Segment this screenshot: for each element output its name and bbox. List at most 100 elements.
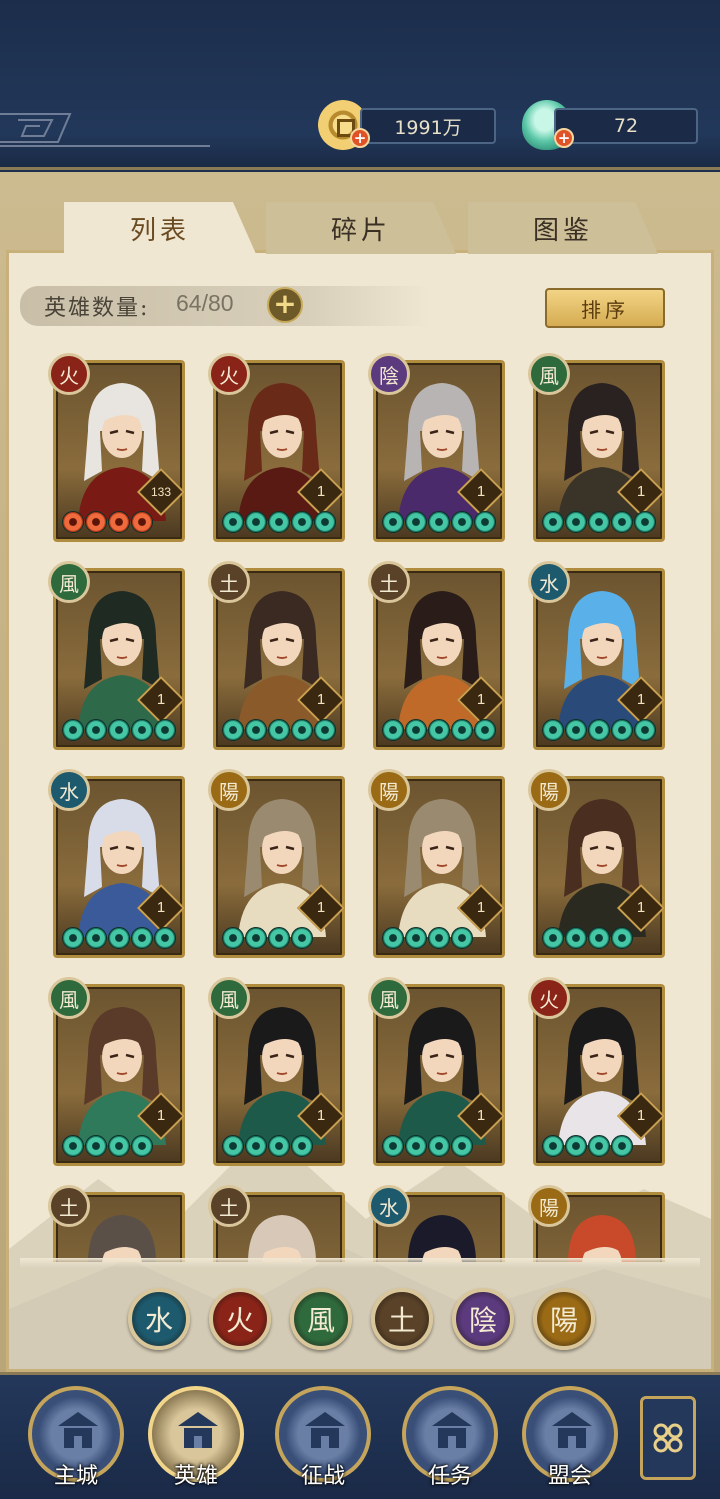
star-icon (565, 719, 587, 741)
hero-star-rating (542, 1135, 633, 1159)
element-badge-fire: 火 (528, 977, 570, 1019)
add-jade-button[interactable]: + (554, 128, 574, 148)
hero-card[interactable]: 陽 (528, 1185, 665, 1262)
star-icon (245, 1135, 267, 1157)
element-badge-earth: 土 (208, 561, 250, 603)
star-icon (108, 511, 130, 533)
nav-label: 任务 (427, 1464, 472, 1489)
hero-card[interactable]: 風1 (208, 977, 346, 1166)
hero-level: 1 (476, 1107, 486, 1124)
star-icon (382, 927, 404, 949)
star-icon (314, 511, 336, 533)
hero-star-rating (62, 719, 176, 743)
star-icon (405, 719, 427, 741)
filter-fire-button[interactable]: 火 (209, 1288, 271, 1350)
tab-codex[interactable]: 图鉴 (468, 202, 658, 254)
hero-level: 1 (316, 899, 326, 916)
element-badge-earth: 土 (48, 1185, 90, 1227)
element-badge-yang: 陽 (368, 769, 410, 811)
star-icon (611, 927, 633, 949)
star-icon (131, 927, 153, 949)
nav-label: 征战 (300, 1464, 345, 1489)
hero-card[interactable]: 陽1 (528, 769, 666, 958)
hero-level: 1 (636, 1107, 646, 1124)
hero-card[interactable]: 風1 (528, 353, 666, 542)
element-badge-wind: 風 (48, 561, 90, 603)
tab-list[interactable]: 列表 (64, 202, 256, 254)
element-badge-water: 水 (528, 561, 570, 603)
hero-level: 1 (476, 899, 486, 916)
hero-card[interactable]: 陽1 (368, 769, 506, 958)
hero-card[interactable]: 水1 (48, 769, 186, 958)
hero-star-rating (62, 1135, 153, 1159)
star-icon (611, 719, 633, 741)
add-coin-button[interactable]: + (350, 128, 370, 148)
hero-card[interactable]: 水 (368, 1185, 505, 1262)
star-icon (451, 1135, 473, 1157)
hero-level: 1 (476, 483, 486, 500)
star-icon (542, 511, 564, 533)
clover-menu-icon (653, 1423, 683, 1453)
star-icon (222, 1135, 244, 1157)
hero-card[interactable]: 火 133 (48, 353, 186, 542)
pavilion-icon (552, 1412, 592, 1448)
star-icon (542, 927, 564, 949)
star-icon (131, 511, 153, 533)
hero-card[interactable]: 陽1 (208, 769, 346, 958)
element-badge-yang: 陽 (528, 1185, 570, 1227)
star-icon (108, 927, 130, 949)
hero-level: 1 (316, 483, 326, 500)
filter-earth-button[interactable]: 土 (371, 1288, 433, 1350)
hero-card[interactable]: 土 (48, 1185, 185, 1262)
filter-yin-button[interactable]: 陰 (452, 1288, 514, 1350)
star-icon (634, 511, 656, 533)
hero-card[interactable]: 火1 (528, 977, 666, 1166)
element-badge-fire: 火 (48, 353, 90, 395)
battle-drum-icon (305, 1412, 345, 1448)
star-icon (565, 1135, 587, 1157)
hero-count-label: 英雄数量: (44, 296, 150, 321)
element-badge-yin: 陰 (368, 353, 410, 395)
star-icon (154, 927, 176, 949)
star-icon (222, 511, 244, 533)
star-icon (268, 927, 290, 949)
star-icon (474, 719, 496, 741)
hero-card[interactable]: 土 (208, 1185, 345, 1262)
hero-card[interactable]: 陰1 (368, 353, 506, 542)
star-icon (62, 927, 84, 949)
sort-button[interactable]: 排序 (545, 288, 665, 328)
tab-fragments[interactable]: 碎片 (266, 202, 456, 254)
city-gate-icon (58, 1412, 98, 1448)
star-icon (382, 1135, 404, 1157)
element-badge-water: 水 (368, 1185, 410, 1227)
star-icon (451, 511, 473, 533)
star-icon (85, 719, 107, 741)
star-icon (245, 511, 267, 533)
jade-balance: 72 (554, 108, 698, 144)
filter-yang-button[interactable]: 陽 (533, 1288, 595, 1350)
star-icon (588, 1135, 610, 1157)
hero-card[interactable]: 風1 (48, 977, 186, 1166)
hero-card[interactable]: 風1 (368, 977, 506, 1166)
star-icon (154, 719, 176, 741)
hero-level: 1 (636, 691, 646, 708)
more-menu-button[interactable] (640, 1396, 696, 1480)
star-icon (62, 1135, 84, 1157)
star-icon (405, 511, 427, 533)
hero-level: 1 (156, 1107, 166, 1124)
star-icon (565, 511, 587, 533)
hero-card[interactable]: 土1 (368, 561, 506, 750)
hero-card[interactable]: 土1 (208, 561, 346, 750)
star-icon (131, 719, 153, 741)
expand-hero-slots-button[interactable]: + (267, 287, 303, 323)
hero-star-rating (542, 719, 656, 743)
hero-star-rating (222, 511, 336, 535)
star-icon (131, 1135, 153, 1157)
star-icon (268, 511, 290, 533)
hero-card[interactable]: 水1 (528, 561, 666, 750)
hero-card[interactable]: 風1 (48, 561, 186, 750)
filter-water-button[interactable]: 水 (128, 1288, 190, 1350)
hero-count-value: 64/80 (176, 290, 234, 316)
filter-wind-button[interactable]: 風 (290, 1288, 352, 1350)
hero-card[interactable]: 火1 (208, 353, 346, 542)
